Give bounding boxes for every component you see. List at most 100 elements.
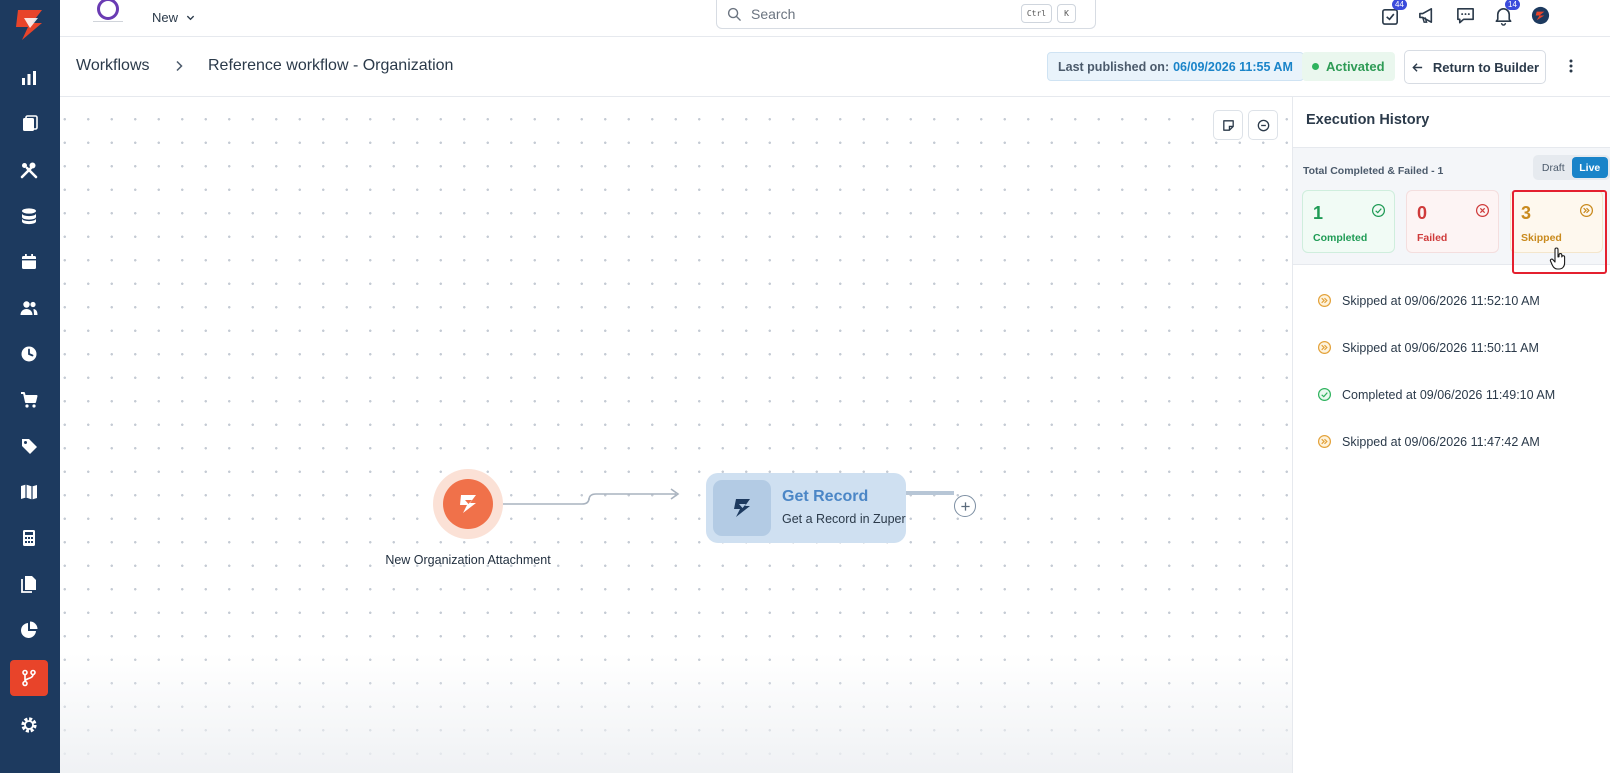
calendar-icon (22, 254, 36, 269)
new-button-label: New (152, 9, 179, 25)
jobs-icon (23, 115, 38, 131)
tasks-button[interactable]: 44 (1377, 0, 1407, 28)
history-item-text: Skipped at 09/06/2026 11:52:10 AM (1342, 293, 1540, 308)
chevron-right-icon (176, 60, 183, 72)
skipped-status-icon (1317, 434, 1332, 449)
history-item[interactable]: Skipped at 09/06/2026 11:52:10 AM (1293, 277, 1610, 324)
sidebar-item-quotes[interactable] (10, 520, 48, 556)
sidebar-item-dashboard[interactable] (10, 60, 48, 96)
tag-icon (22, 439, 37, 454)
failed-label: Failed (1417, 232, 1448, 244)
execution-history-panel: Execution History Total Completed & Fail… (1292, 97, 1610, 773)
new-button[interactable]: New (152, 5, 195, 29)
shortcut-k-key: K (1057, 4, 1076, 23)
status-label: Activated (1326, 59, 1385, 74)
tools-icon (20, 162, 38, 179)
sticky-note-button[interactable] (1213, 110, 1243, 140)
user-menu-button[interactable] (1527, 2, 1553, 28)
toggle-draft[interactable]: Draft (1535, 157, 1572, 178)
trigger-node[interactable] (433, 469, 503, 539)
return-to-builder-label: Return to Builder (1432, 59, 1540, 75)
skipped-status-icon (1317, 340, 1332, 355)
action-node-subtitle: Get a Record in Zuper (782, 512, 906, 526)
sidebar-item-users[interactable] (10, 290, 48, 326)
sidebar-item-assets[interactable] (10, 198, 48, 234)
history-item-text: Skipped at 09/06/2026 11:50:11 AM (1342, 340, 1539, 355)
x-circle-icon (1475, 203, 1490, 218)
tasks-count-badge: 44 (1392, 0, 1407, 10)
last-published-value: 06/09/2026 11:55 AM (1173, 59, 1293, 74)
map-icon (21, 484, 37, 500)
users-icon (20, 301, 38, 315)
kebab-menu-icon (1569, 59, 1573, 73)
breadcrumb-workflows[interactable]: Workflows (76, 57, 150, 75)
last-published-info: Last published on: 06/09/2026 11:55 AM (1047, 52, 1304, 81)
sidebar-item-map[interactable] (10, 474, 48, 510)
chat-button[interactable] (1452, 2, 1478, 28)
sidebar-item-settings[interactable] (10, 707, 48, 743)
more-options-button[interactable] (1561, 54, 1581, 78)
skip-circle-icon (1579, 203, 1594, 218)
fit-view-button[interactable] (1248, 110, 1278, 140)
sidebar-item-documents[interactable] (10, 566, 48, 602)
history-item-text: Skipped at 09/06/2026 11:47:42 AM (1342, 434, 1540, 449)
trigger-node-label: New Organization Attachment (385, 553, 551, 567)
chat-icon (1456, 7, 1474, 23)
announcements-button[interactable] (1414, 2, 1440, 28)
history-item[interactable]: Skipped at 09/06/2026 11:50:11 AM (1293, 324, 1610, 371)
zuper-action-icon (734, 499, 750, 517)
avatar (1531, 6, 1549, 24)
trigger-node-inner (443, 479, 493, 529)
failed-count: 0 (1417, 203, 1428, 223)
history-item[interactable]: Skipped at 09/06/2026 11:47:42 AM (1293, 418, 1610, 465)
sidebar-item-tools[interactable] (10, 152, 48, 188)
calculator-icon (23, 530, 35, 546)
cart-icon (21, 392, 38, 408)
page-title: Reference workflow - Organization (208, 57, 454, 74)
sidebar-item-calendar[interactable] (10, 244, 48, 280)
reports-icon (21, 621, 38, 638)
completed-count: 1 (1313, 203, 1324, 223)
draft-live-toggle: Draft Live (1533, 155, 1610, 180)
workflow-icon (22, 669, 36, 687)
shortcut-ctrl-key: Ctrl (1021, 4, 1052, 23)
execution-history-list: Skipped at 09/06/2026 11:52:10 AM Skippe… (1293, 277, 1610, 465)
status-badge: Activated (1302, 52, 1395, 81)
toggle-live[interactable]: Live (1571, 157, 1608, 178)
get-record-node[interactable]: Get Record Get a Record in Zuper (706, 473, 906, 543)
sidebar-item-purchase[interactable] (10, 382, 48, 418)
search-input[interactable] (751, 6, 1011, 22)
completed-stat-card[interactable]: 1 Completed (1302, 190, 1395, 253)
zuper-logo[interactable] (8, 4, 50, 44)
history-item[interactable]: Completed at 09/06/2026 11:49:10 AM (1293, 371, 1610, 418)
top-bar: New Ctrl K 44 14 (60, 0, 1610, 37)
failed-stat-card[interactable]: 0 Failed (1406, 190, 1499, 253)
sidebar-item-timesheet[interactable] (10, 336, 48, 372)
workflow-canvas[interactable]: New Organization Attachment Get Record G… (60, 97, 1292, 773)
add-step-button[interactable] (954, 495, 976, 517)
last-published-label: Last published on: (1058, 59, 1170, 74)
notifications-button[interactable]: 14 (1490, 0, 1520, 28)
return-to-builder-button[interactable]: Return to Builder (1404, 50, 1546, 84)
focus-icon (1257, 119, 1269, 131)
plus-icon (960, 501, 970, 511)
skipped-stat-card[interactable]: 3 Skipped (1510, 190, 1603, 253)
notifications-count-badge: 14 (1505, 0, 1520, 10)
canvas-fade (60, 653, 1292, 773)
sidebar-item-pricing[interactable] (10, 428, 48, 464)
arrow-left-icon (1412, 62, 1423, 72)
panel-title: Execution History (1306, 112, 1430, 128)
workflow-header: Workflows Reference workflow - Organizat… (60, 37, 1610, 97)
sidebar-item-workflows[interactable] (10, 660, 48, 696)
sidebar-item-reports[interactable] (10, 612, 48, 648)
megaphone-icon (1418, 7, 1432, 23)
action-node-icon (713, 480, 771, 536)
organization-logo[interactable] (93, 0, 123, 24)
sidebar-item-jobs[interactable] (10, 106, 48, 142)
status-dot-icon (1312, 63, 1319, 70)
stack-icon (22, 208, 36, 225)
history-item-text: Completed at 09/06/2026 11:49:10 AM (1342, 387, 1556, 402)
zuper-trigger-icon (460, 495, 476, 513)
settings-icon (21, 717, 37, 733)
skipped-count: 3 (1521, 203, 1532, 223)
